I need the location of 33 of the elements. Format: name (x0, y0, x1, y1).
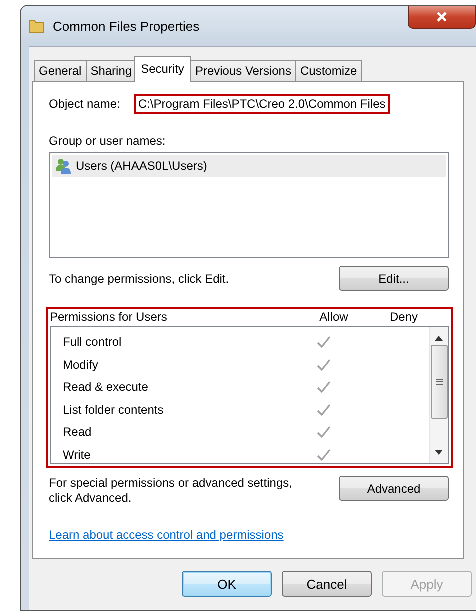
close-button[interactable] (408, 6, 476, 28)
tab[interactable]: Previous Versions (190, 60, 296, 81)
permission-name: Read (63, 425, 93, 440)
scroll-down-icon (435, 450, 443, 455)
users-icon (55, 158, 73, 174)
advanced-button[interactable]: Advanced (339, 476, 449, 501)
hint-text: For special permissions or advanced settings, click Advanced. (49, 476, 294, 506)
user-list[interactable]: Users (AHAAS0L\Users) (49, 152, 449, 258)
column-header: Permissions for Users (50, 310, 168, 324)
field-label: Group or user names: (49, 134, 167, 148)
tab[interactable]: Customize (295, 60, 362, 81)
permission-name: List folder contents (63, 402, 165, 417)
help-link[interactable]: Learn about access control and permissions (49, 528, 284, 542)
scrollbar[interactable] (429, 327, 448, 463)
dialog-button[interactable]: OK (182, 571, 272, 597)
column-header: Deny (388, 310, 419, 324)
tab[interactable]: Security (134, 56, 192, 82)
permission-name: Read & execute (63, 380, 150, 394)
field-label: Object name: (49, 97, 120, 111)
tab[interactable]: General (34, 60, 87, 81)
window-title: Common Files Properties (53, 18, 200, 34)
hint-text: To change permissions, click Edit. (49, 272, 230, 286)
dialog-button[interactable]: Cancel (282, 571, 372, 597)
scroll-up-icon (435, 336, 443, 341)
close-icon (436, 12, 448, 22)
grip-icon (436, 379, 442, 385)
edit-button[interactable]: Edit... (339, 266, 449, 291)
permission-name: Full control (63, 335, 123, 350)
folder-icon (29, 18, 45, 34)
object-name-value: C:\Program Files\PTC\Creo 2.0\Common Files (134, 94, 390, 114)
permission-name: Modify (63, 358, 100, 372)
column-header: Allow (318, 310, 350, 324)
permission-name: Write (63, 448, 92, 462)
